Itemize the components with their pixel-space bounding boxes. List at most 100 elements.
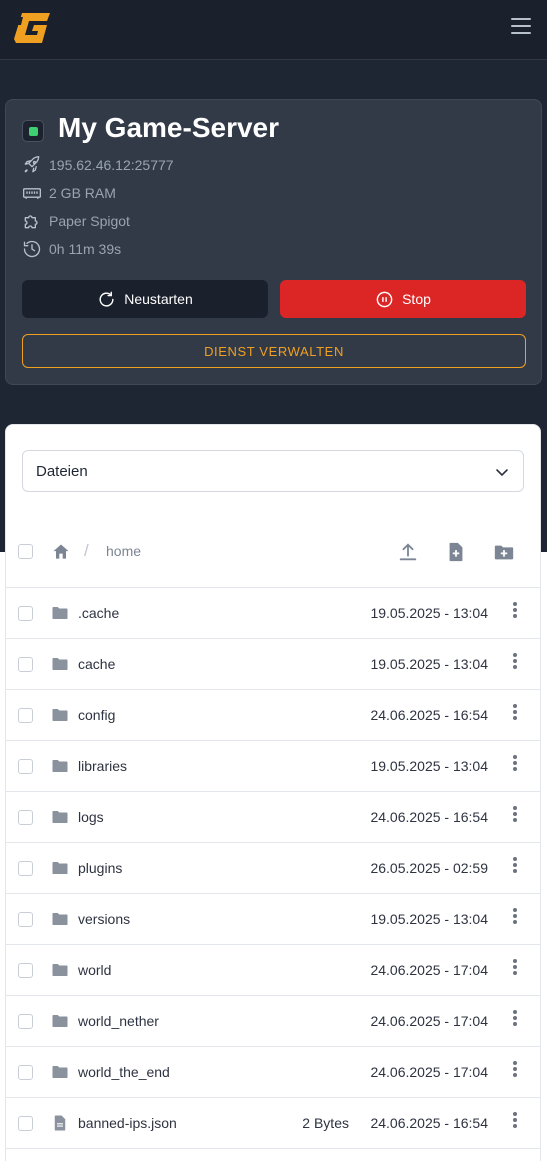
more-options-icon[interactable] (512, 755, 518, 773)
file-date: 26.05.2025 - 02:59 (370, 860, 488, 876)
clock-history-icon (23, 240, 41, 258)
chevron-down-icon (496, 469, 508, 477)
file-icon (54, 1115, 66, 1131)
file-row[interactable]: world 24.06.2025 - 17:04 (6, 945, 540, 996)
file-date: 19.05.2025 - 13:04 (370, 656, 488, 672)
row-checkbox[interactable] (18, 963, 33, 978)
file-name[interactable]: logs (78, 809, 104, 825)
file-name[interactable]: world_nether (78, 1013, 159, 1029)
file-name[interactable]: world (78, 962, 111, 978)
row-checkbox[interactable] (18, 1116, 33, 1131)
file-manager-panel: Dateien / home .cache 19.05.2025 - 13:04 c… (5, 424, 541, 1161)
folder-icon (52, 862, 68, 874)
top-bar (0, 0, 547, 60)
file-name[interactable]: plugins (78, 860, 122, 876)
stop-button[interactable]: Stop (280, 280, 526, 318)
file-name[interactable]: banned-ips.json (78, 1115, 177, 1131)
server-address: 195.62.46.12:25777 (49, 157, 174, 173)
new-file-icon[interactable] (445, 541, 467, 563)
restart-icon (99, 291, 114, 307)
restart-button[interactable]: Neustarten (22, 280, 268, 318)
rocket-icon (24, 156, 40, 173)
server-address-row: 195.62.46.12:25777 (22, 155, 174, 175)
file-date: 24.06.2025 - 16:54 (370, 809, 488, 825)
breadcrumb-home[interactable]: home (106, 543, 141, 559)
folder-icon (52, 709, 68, 721)
file-date: 24.06.2025 - 17:04 (370, 1013, 488, 1029)
puzzle-icon (24, 215, 38, 229)
more-options-icon[interactable] (512, 1112, 518, 1130)
file-date: 24.06.2025 - 17:04 (370, 1064, 488, 1080)
folder-icon (52, 760, 68, 772)
file-name[interactable]: .cache (78, 605, 119, 621)
server-uptime: 0h 11m 39s (49, 241, 122, 257)
file-row[interactable]: world_nether 24.06.2025 - 17:04 (6, 996, 540, 1047)
new-folder-icon[interactable] (493, 541, 515, 563)
file-name[interactable]: versions (78, 911, 130, 927)
server-ram-row: 2 GB RAM (22, 183, 116, 203)
select-all-checkbox[interactable] (18, 544, 33, 559)
file-row[interactable]: logs 24.06.2025 - 16:54 (6, 792, 540, 843)
file-date: 24.06.2025 - 16:54 (370, 707, 488, 723)
file-name[interactable]: cache (78, 656, 115, 672)
folder-icon (52, 658, 68, 670)
file-row[interactable]: plugins 26.05.2025 - 02:59 (6, 843, 540, 894)
row-checkbox[interactable] (18, 912, 33, 927)
folder-icon (52, 1015, 68, 1027)
file-row[interactable]: cache 19.05.2025 - 13:04 (6, 639, 540, 690)
folder-icon (52, 913, 68, 925)
file-row[interactable]: versions 19.05.2025 - 13:04 (6, 894, 540, 945)
more-options-icon[interactable] (512, 1010, 518, 1028)
status-indicator (22, 120, 44, 142)
g-logo-icon[interactable] (12, 11, 52, 45)
file-date: 24.06.2025 - 16:54 (370, 1115, 488, 1131)
row-checkbox[interactable] (18, 606, 33, 621)
server-title: My Game-Server (58, 112, 280, 143)
more-options-icon[interactable] (512, 653, 518, 671)
row-checkbox[interactable] (18, 810, 33, 825)
server-card: My Game-Server 195.62.46.12:25777 2 GB R… (5, 99, 542, 385)
folder-icon (52, 811, 68, 823)
file-row[interactable]: .cache 19.05.2025 - 13:04 (6, 588, 540, 639)
row-checkbox[interactable] (18, 708, 33, 723)
memory-icon (23, 188, 41, 199)
view-select-value: Dateien (36, 462, 88, 480)
more-options-icon[interactable] (512, 1061, 518, 1079)
manage-service-button[interactable]: DIENST VERWALTEN (22, 334, 526, 368)
server-software-row: Paper Spigot (22, 211, 130, 231)
file-date: 19.05.2025 - 13:04 (370, 758, 488, 774)
file-name[interactable]: libraries (78, 758, 127, 774)
more-options-icon[interactable] (512, 602, 518, 620)
file-size: 2 Bytes (302, 1115, 349, 1131)
file-date: 19.05.2025 - 13:04 (370, 605, 488, 621)
folder-icon (52, 607, 68, 619)
more-options-icon[interactable] (512, 857, 518, 875)
server-software: Paper Spigot (49, 213, 130, 229)
file-row[interactable]: banned-ips.json 2 Bytes 24.06.2025 - 16:54 (6, 1098, 540, 1149)
row-checkbox[interactable] (18, 1065, 33, 1080)
stop-label: Stop (402, 291, 431, 307)
view-select[interactable]: Dateien (22, 450, 524, 492)
row-checkbox[interactable] (18, 657, 33, 672)
hamburger-menu-icon[interactable] (511, 18, 531, 36)
more-options-icon[interactable] (512, 806, 518, 824)
restart-label: Neustarten (124, 291, 193, 307)
file-date: 19.05.2025 - 13:04 (370, 911, 488, 927)
file-name[interactable]: world_the_end (78, 1064, 170, 1080)
row-checkbox[interactable] (18, 861, 33, 876)
file-name[interactable]: config (78, 707, 115, 723)
file-row[interactable]: world_the_end 24.06.2025 - 17:04 (6, 1047, 540, 1098)
more-options-icon[interactable] (512, 908, 518, 926)
file-row[interactable]: config 24.06.2025 - 16:54 (6, 690, 540, 741)
more-options-icon[interactable] (512, 959, 518, 977)
file-row[interactable]: libraries 19.05.2025 - 13:04 (6, 741, 540, 792)
home-icon[interactable] (51, 542, 71, 562)
folder-icon (52, 964, 68, 976)
row-checkbox[interactable] (18, 1014, 33, 1029)
row-checkbox[interactable] (18, 759, 33, 774)
more-options-icon[interactable] (512, 704, 518, 722)
server-uptime-row: 0h 11m 39s (22, 239, 121, 259)
upload-icon[interactable] (397, 541, 419, 563)
file-date: 24.06.2025 - 17:04 (370, 962, 488, 978)
pause-circle-icon (376, 291, 393, 307)
